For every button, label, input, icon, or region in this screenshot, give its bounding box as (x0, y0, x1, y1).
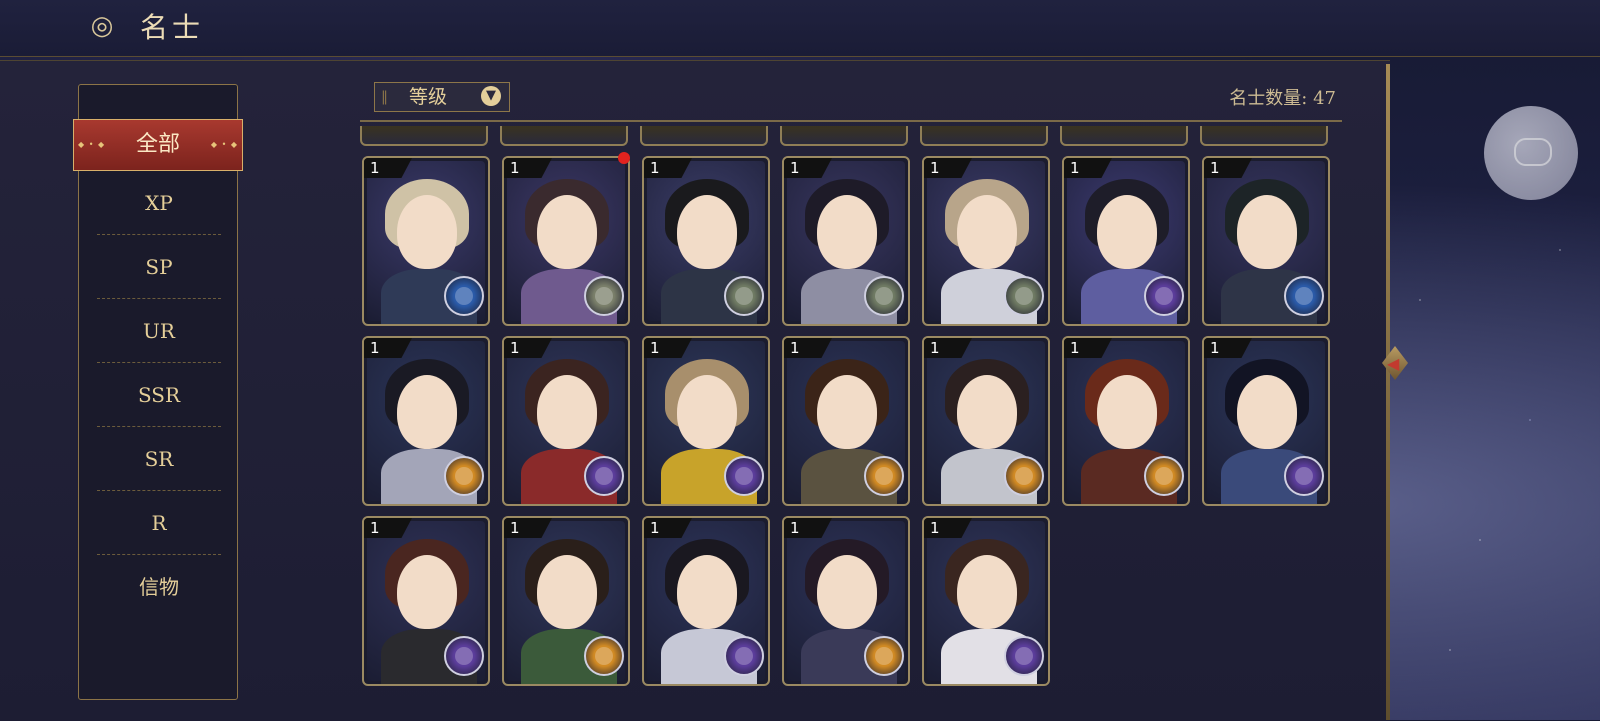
element-badge-icon (864, 276, 904, 316)
filter-tab-sp[interactable]: SP (97, 235, 221, 299)
portrait-face (397, 195, 457, 269)
element-badge-icon (444, 456, 484, 496)
filter-tab-label: R (151, 511, 167, 535)
element-badge-icon (1004, 456, 1044, 496)
character-card[interactable]: 1 (362, 336, 490, 506)
character-card[interactable]: 1 (1062, 156, 1190, 326)
portrait-face (957, 195, 1017, 269)
filter-tab-label: 信物 (139, 575, 179, 599)
partial-card[interactable] (780, 126, 908, 146)
roster-count: 名士数量: 47 (1229, 88, 1336, 109)
element-badge-icon (584, 276, 624, 316)
character-card[interactable]: 1 (782, 516, 910, 686)
filter-tab-label: XP (145, 191, 173, 215)
element-badge-icon (864, 636, 904, 676)
filter-tab-xp[interactable]: XP (97, 171, 221, 235)
page-title: 名士 (140, 11, 205, 44)
character-card[interactable]: 1 (922, 156, 1050, 326)
portrait-face (677, 375, 737, 449)
portrait-face (397, 555, 457, 629)
portrait-face (957, 555, 1017, 629)
chat-bubbles-icon (1514, 138, 1552, 166)
filter-tab-label: SSR (137, 383, 181, 407)
divider (360, 120, 1342, 122)
element-badge-icon (1144, 456, 1184, 496)
element-badge-icon (724, 456, 764, 496)
portrait-face (817, 195, 877, 269)
element-badge-icon (724, 636, 764, 676)
character-card[interactable]: 1 (1202, 156, 1330, 326)
portrait-face (1237, 375, 1297, 449)
character-card[interactable]: 1 (782, 336, 910, 506)
portrait-face (1097, 195, 1157, 269)
element-badge-icon (584, 636, 624, 676)
filter-tab-all[interactable]: 全部 (73, 119, 243, 171)
filter-tab-label: SP (145, 255, 173, 279)
element-badge-icon (444, 636, 484, 676)
character-card[interactable]: 1 (502, 516, 630, 686)
filter-tab-label: SR (144, 447, 174, 471)
filter-tab-label: UR (143, 319, 175, 343)
character-card[interactable]: 1 (922, 516, 1050, 686)
portrait-face (957, 375, 1017, 449)
filter-tab-token[interactable]: 信物 (97, 555, 221, 619)
filter-sidebar: 全部 XP SP UR SSR SR R 信物 (73, 84, 243, 700)
filter-tab-sr[interactable]: SR (97, 427, 221, 491)
notification-dot (618, 152, 630, 164)
portrait-face (397, 375, 457, 449)
chat-button[interactable] (1484, 106, 1578, 200)
element-badge-icon (584, 456, 624, 496)
character-card[interactable]: 1 (782, 156, 910, 326)
portrait-face (677, 555, 737, 629)
portrait-face (817, 375, 877, 449)
character-card[interactable]: 1 (642, 516, 770, 686)
portrait-face (537, 375, 597, 449)
element-badge-icon (1144, 276, 1184, 316)
portrait-face (537, 555, 597, 629)
character-card[interactable]: 1 (642, 156, 770, 326)
partial-card[interactable] (1060, 126, 1188, 146)
portrait-face (537, 195, 597, 269)
partial-card[interactable] (360, 126, 488, 146)
character-card[interactable]: 1 (1062, 336, 1190, 506)
character-card[interactable]: 1 (922, 336, 1050, 506)
filter-tab-r[interactable]: R (97, 491, 221, 555)
partial-card[interactable] (500, 126, 628, 146)
sort-dropdown[interactable]: ‖ 等级 ▼ (374, 82, 510, 112)
partial-card[interactable] (640, 126, 768, 146)
chevron-down-icon: ▼ (481, 86, 501, 106)
element-badge-icon (1004, 276, 1044, 316)
chevron-left-icon: ◀ (1387, 354, 1400, 373)
character-card[interactable]: 1 (362, 516, 490, 686)
character-card[interactable]: 1 (362, 156, 490, 326)
portrait-face (817, 555, 877, 629)
element-badge-icon (444, 276, 484, 316)
portrait-face (677, 195, 737, 269)
element-badge-icon (864, 456, 904, 496)
sort-label: 等级 (409, 86, 448, 108)
partial-card[interactable] (1200, 126, 1328, 146)
element-badge-icon (724, 276, 764, 316)
cloud-emblem-icon: ◎ (90, 11, 114, 41)
portrait-face (1237, 195, 1297, 269)
collapse-button[interactable]: ◀ (1380, 322, 1410, 404)
character-card[interactable]: 1 (1202, 336, 1330, 506)
element-badge-icon (1004, 636, 1044, 676)
element-badge-icon (1284, 456, 1324, 496)
portrait-face (1097, 375, 1157, 449)
filter-tab-ur[interactable]: UR (97, 299, 221, 363)
element-badge-icon (1284, 276, 1324, 316)
character-card[interactable]: 1 (502, 336, 630, 506)
filter-tab-ssr[interactable]: SSR (97, 363, 221, 427)
partial-card[interactable] (920, 126, 1048, 146)
character-card[interactable]: 1 (502, 156, 630, 326)
character-card[interactable]: 1 (642, 336, 770, 506)
ornament-icon: ‖ (381, 89, 388, 105)
top-bar: ◎ 名士 (0, 0, 1600, 57)
